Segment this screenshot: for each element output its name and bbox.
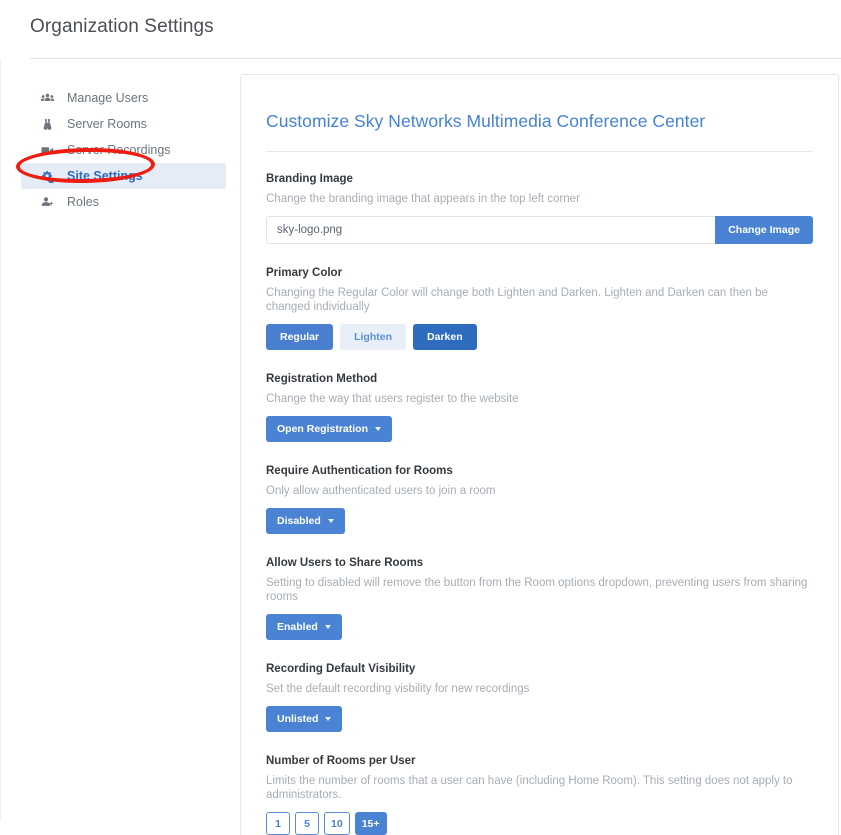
rooms-per-user-option[interactable]: 15+ [354, 812, 387, 835]
settings-card: Customize Sky Networks Multimedia Confer… [240, 74, 839, 835]
main-layout: Manage Users Server Rooms Server Recording… [0, 59, 841, 835]
rooms-per-user-option[interactable]: 1 [266, 812, 290, 835]
setting-label: Allow Users to Share Rooms [266, 557, 424, 569]
setting-branding-image: Branding Image Change the branding image … [266, 152, 813, 244]
color-button-regular[interactable]: Regular [266, 324, 334, 350]
registration-method-dropdown-value: Open Registration [277, 423, 369, 435]
settings-sidebar: Manage Users Server Rooms Server Recording… [21, 59, 226, 215]
setting-description: Set the default recording visbility for … [266, 683, 530, 695]
setting-control: Disabled [266, 508, 813, 534]
change-image-button[interactable]: Change Image [715, 216, 813, 244]
binoculars-icon [41, 118, 61, 131]
setting-require-authentication-for-rooms: Require Authentication for Rooms Only all… [266, 442, 813, 534]
setting-control: Regular Lighten Darken [266, 324, 813, 350]
setting-control: Change Image [266, 216, 813, 244]
require-authentication-for-rooms-dropdown[interactable]: Disabled [266, 508, 345, 534]
recording-default-visibility-dropdown[interactable]: Unlisted [266, 706, 343, 732]
setting-label: Branding Image [266, 173, 353, 185]
require-authentication-for-rooms-dropdown-value: Disabled [277, 515, 321, 527]
setting-allow-users-to-share-rooms: Allow Users to Share Rooms Setting to dis… [266, 534, 813, 640]
page-header: Organization Settings [0, 0, 841, 40]
setting-registration-method: Registration Method Change the way that u… [266, 350, 813, 442]
video-camera-icon [41, 144, 61, 157]
users-group-icon [41, 92, 61, 105]
sidebar-item-label: Server Rooms [67, 117, 147, 131]
setting-description: Changing the Regular Color will change b… [266, 287, 768, 313]
primary-color-button-row: Regular Lighten Darken [266, 324, 813, 350]
sidebar-item-roles[interactable]: Roles [21, 189, 226, 215]
sidebar-item-label: Manage Users [67, 91, 149, 105]
registration-method-dropdown[interactable]: Open Registration [266, 416, 393, 442]
setting-description: Change the branding image that appears i… [266, 193, 580, 205]
sidebar-item-label: Server Recordings [67, 143, 171, 157]
setting-description: Change the way that users register to th… [266, 393, 519, 405]
setting-recording-default-visibility: Recording Default Visibility Set the defa… [266, 640, 813, 732]
chevron-down-icon [325, 717, 332, 721]
rooms-per-user-option[interactable]: 10 [324, 812, 350, 835]
recording-default-visibility-dropdown-value: Unlisted [277, 713, 319, 725]
setting-control: Enabled [266, 614, 813, 640]
sidebar-item-server-recordings[interactable]: Server Recordings [21, 137, 226, 163]
cogs-icon [41, 170, 61, 183]
page-title: Organization Settings [30, 16, 214, 37]
user-plus-icon [41, 196, 61, 209]
allow-users-to-share-rooms-dropdown[interactable]: Enabled [266, 614, 342, 640]
setting-number-of-rooms-per-user: Number of Rooms per User Limits the numbe… [266, 732, 813, 835]
sidebar-item-label: Roles [67, 195, 99, 209]
sidebar-item-site-settings[interactable]: Site Settings [21, 163, 226, 189]
setting-label: Primary Color [266, 267, 343, 279]
rooms-per-user-option[interactable]: 5 [295, 812, 319, 835]
setting-label: Number of Rooms per User [266, 755, 416, 767]
setting-description: Setting to disabled will remove the butt… [266, 577, 808, 603]
setting-control: 1 5 10 15+ [266, 812, 813, 835]
setting-label: Require Authentication for Rooms [266, 465, 453, 477]
allow-users-to-share-rooms-dropdown-value: Enabled [277, 621, 318, 633]
setting-control: Open Registration [266, 416, 813, 442]
sidebar-item-server-rooms[interactable]: Server Rooms [21, 111, 226, 137]
chevron-down-icon [327, 519, 334, 523]
sidebar-item-label: Site Settings [67, 169, 143, 183]
color-button-lighten[interactable]: Lighten [340, 324, 407, 350]
card-title: Customize Sky Networks Multimedia Confer… [266, 111, 706, 131]
rooms-per-user-options: 1 5 10 15+ [266, 812, 813, 835]
setting-description: Limits the number of rooms that a user c… [266, 775, 793, 801]
sidebar-nav-list: Manage Users Server Rooms Server Recording… [21, 85, 226, 215]
settings-list: Branding Image Change the branding image … [266, 152, 813, 835]
color-button-darken[interactable]: Darken [413, 324, 477, 350]
setting-label: Recording Default Visibility [266, 663, 416, 675]
branding-image-input[interactable] [266, 216, 716, 244]
branding-image-input-group: Change Image [266, 216, 813, 244]
setting-control: Unlisted [266, 706, 813, 732]
sidebar-item-manage-users[interactable]: Manage Users [21, 85, 226, 111]
chevron-down-icon [375, 427, 382, 431]
setting-primary-color: Primary Color Changing the Regular Color … [266, 244, 813, 350]
chevron-down-icon [324, 625, 331, 629]
setting-description: Only allow authenticated users to join a… [266, 485, 496, 497]
setting-label: Registration Method [266, 373, 378, 385]
